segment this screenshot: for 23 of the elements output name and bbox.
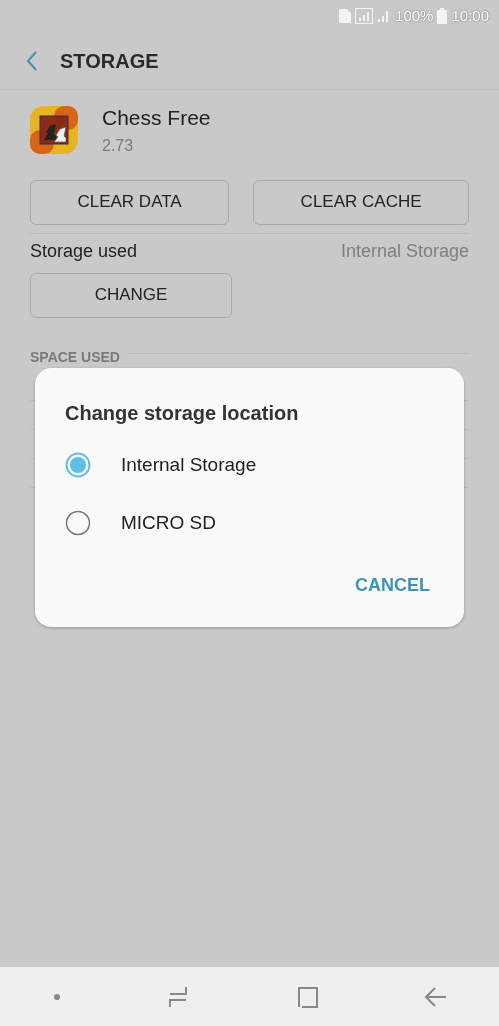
option-label: Internal Storage [121, 452, 257, 477]
setting-value: Internal Storage [340, 239, 469, 263]
home-icon[interactable] [295, 985, 318, 1008]
action-button[interactable]: CLEAR DATA [30, 179, 230, 225]
chess-app-icon [30, 105, 78, 154]
dialog-title: Change storage location [65, 401, 300, 426]
battery-icon [437, 8, 448, 24]
back-icon[interactable] [423, 985, 446, 1008]
page-title: STORAGE [60, 48, 159, 74]
app-name: Chess Free [102, 105, 211, 131]
recent-apps-icon[interactable] [167, 985, 190, 1008]
setting-label: Storage used [30, 239, 138, 263]
option-label: MICRO SD [121, 510, 216, 535]
radio-button[interactable] [65, 452, 91, 478]
sim-icon [339, 9, 352, 23]
action-button[interactable]: CLEAR CACHE [253, 179, 469, 225]
change-button[interactable]: CHANGE [30, 272, 232, 318]
section-heading: SPACE USED [30, 347, 120, 362]
signal-icon [355, 8, 374, 24]
app-version: 2.73 [102, 135, 135, 156]
radio-button[interactable] [65, 510, 91, 536]
dot-icon[interactable] [53, 992, 62, 1001]
back-icon[interactable] [26, 49, 38, 72]
